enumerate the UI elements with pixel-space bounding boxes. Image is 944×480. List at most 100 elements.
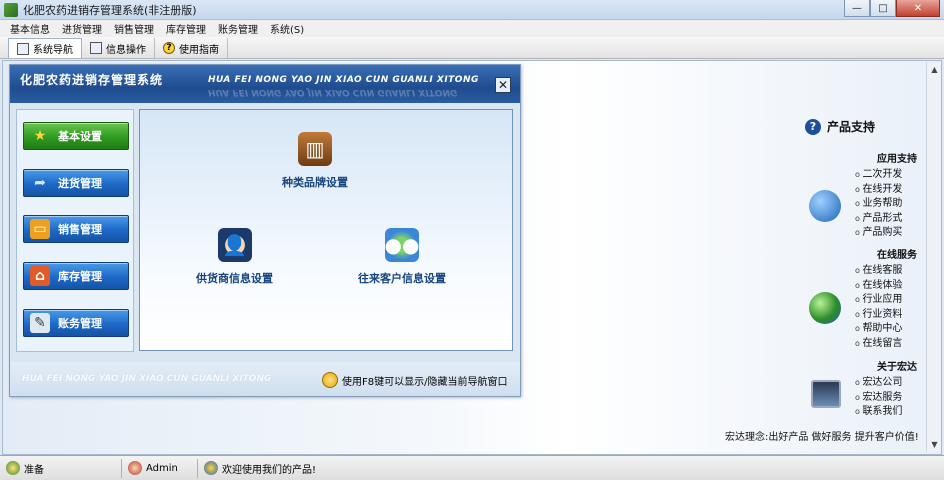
vertical-scrollbar[interactable]: ▲ ▼ [926,62,941,452]
link-help-center[interactable]: 帮助中心 [855,322,902,337]
window-controls: — □ ✕ [844,0,940,17]
sales-management-button[interactable]: ▭ 销售管理 [23,215,129,243]
tab-label: 信息操作 [106,44,146,56]
status-icon [6,461,20,475]
feature-label: 种类品牌设置 [282,176,348,189]
tab-user-guide[interactable]: ? 使用指南 [155,38,228,58]
footer-hint-text: 使用F8键可以显示/隐藏当前导航窗口 [342,376,508,388]
navigation-header: 化肥农药进销存管理系统 HUA FEI NONG YAO JIN XIAO CU… [10,65,520,103]
accounts-management-button[interactable]: ✎ 账务管理 [23,309,129,337]
link-service[interactable]: 宏达服务 [855,391,902,406]
status-user: Admin [122,458,198,478]
button-label: 账务管理 [58,317,102,330]
star-icon: ★ [33,128,47,144]
online-service-title: 在线服务 [877,250,917,261]
status-welcome-text: 欢迎使用我们的产品! [222,464,317,476]
navigation-footer: HUA FEI NONG YAO JIN XIAO CUN GUANLI XIT… [10,362,520,396]
computer-monitor-icon [811,380,841,408]
status-user-text: Admin [146,462,178,474]
people-group-icon: ●● [385,228,419,262]
inventory-management-button[interactable]: ⌂ 库存管理 [23,262,129,290]
menu-inventory[interactable]: 库存管理 [160,21,212,36]
button-label: 库存管理 [58,270,102,283]
link-online-development[interactable]: 在线开发 [855,183,902,198]
category-brand-settings[interactable]: ▥ 种类品牌设置 [282,132,348,190]
link-product-purchase[interactable]: 产品购买 [855,226,902,241]
window-title: 化肥农药进销存管理系统(非注册版) [23,3,197,17]
books-icon: ▥ [298,132,332,166]
status-welcome: 欢迎使用我们的产品! [198,459,322,478]
link-secondary-development[interactable]: 二次开发 [855,168,902,183]
link-company[interactable]: 宏达公司 [855,376,902,391]
purchase-management-button[interactable]: ➦ 进货管理 [23,169,129,197]
feature-label: 往来客户信息设置 [358,272,446,285]
app-icon [4,2,18,17]
help-icon: ? [163,42,175,54]
arrow-icon: ➦ [34,175,46,191]
forward-arrow-icon [809,190,841,222]
navigation-close-button[interactable]: ✕ [495,77,511,93]
support-header: ? 产品支持 [805,118,875,135]
globe-icon [809,292,841,324]
button-label: 基本设置 [58,130,102,143]
button-label: 进货管理 [58,177,102,190]
maximize-button[interactable]: □ [870,0,896,17]
menu-sales[interactable]: 销售管理 [108,21,160,36]
navigation-right-panel: ▥ 种类品牌设置 👤 供货商信息设置 ●● 往来客户信息设置 [139,109,513,351]
supplier-info-settings[interactable]: 👤 供货商信息设置 [196,228,273,286]
tab-info-operation[interactable]: 信息操作 [82,38,155,58]
scroll-down-icon[interactable]: ▼ [927,437,942,452]
about-title: 关于宏达 [877,362,917,373]
menu-basic-info[interactable]: 基本信息 [4,21,56,36]
customer-info-settings[interactable]: ●● 往来客户信息设置 [358,228,446,286]
users-icon [204,461,218,475]
support-title: 产品支持 [827,120,876,134]
link-online-trial[interactable]: 在线体验 [855,279,902,294]
menu-system[interactable]: 系统(S) [264,21,310,36]
basic-settings-button[interactable]: ★ 基本设置 [23,122,129,150]
menu-accounts[interactable]: 账务管理 [212,21,264,36]
close-button[interactable]: ✕ [896,0,940,17]
about-list: 宏达公司 宏达服务 联系我们 [855,376,902,420]
scroll-up-icon[interactable]: ▲ [927,62,942,77]
product-support-panel: ? 产品支持 应用支持 二次开发 在线开发 业务帮助 产品形式 产品购买 在线服… [805,118,944,448]
link-business-help[interactable]: 业务帮助 [855,197,902,212]
menu-bar: 基本信息 进货管理 销售管理 库存管理 账务管理 系统(S) [0,20,944,37]
footer-hint: 使用F8键可以显示/隐藏当前导航窗口 [322,372,507,388]
link-product-form[interactable]: 产品形式 [855,212,902,227]
user-hint-icon [322,372,338,388]
status-ready-text: 准备 [24,464,44,476]
status-ready: 准备 [0,458,122,478]
menu-purchase[interactable]: 进货管理 [56,21,108,36]
tab-bar: 系统导航 信息操作 ? 使用指南 [0,37,944,59]
link-online-message[interactable]: 在线留言 [855,337,902,352]
user-icon [128,461,142,475]
minimize-button[interactable]: — [844,0,870,17]
monitor-icon [17,42,29,55]
navigation-left-panel: ★ 基本设置 ➦ 进货管理 ▭ 销售管理 ⌂ 库存管理 ✎ 账务管理 [16,109,134,352]
navigation-pinyin-reflection: HUA FEI NONG YAO JIN XIAO CUN GUANLI XIT… [208,87,458,97]
document-icon [90,42,102,54]
monitor-icon: ▭ [30,219,50,239]
ledger-icon: ✎ [30,313,50,333]
home-icon: ⌂ [30,266,50,286]
link-industry-application[interactable]: 行业应用 [855,293,902,308]
mission-statement: 宏达理念:出好产品 做好服务 提升客户价值! [725,432,919,443]
link-contact[interactable]: 联系我们 [855,405,902,420]
navigation-title: 化肥农药进销存管理系统 [20,73,164,87]
navigation-pinyin: HUA FEI NONG YAO JIN XIAO CUN GUANLI XIT… [208,75,479,85]
tab-system-navigation[interactable]: 系统导航 [8,38,82,58]
app-support-list: 二次开发 在线开发 业务帮助 产品形式 产品购买 [855,168,902,241]
person-icon: 👤 [217,228,252,262]
link-online-support[interactable]: 在线客服 [855,264,902,279]
status-bar: 准备 Admin 欢迎使用我们的产品! [0,455,944,480]
question-icon: ? [805,118,821,135]
tab-label: 使用指南 [179,44,219,56]
online-service-list: 在线客服 在线体验 行业应用 行业资料 帮助中心 在线留言 [855,264,902,351]
button-label: 销售管理 [58,223,102,236]
title-bar: 化肥农药进销存管理系统(非注册版) — □ ✕ [0,0,944,20]
feature-label: 供货商信息设置 [196,272,273,285]
app-support-title: 应用支持 [877,154,917,165]
link-industry-material[interactable]: 行业资料 [855,308,902,323]
footer-pinyin: HUA FEI NONG YAO JIN XIAO CUN GUANLI XIT… [22,374,272,384]
